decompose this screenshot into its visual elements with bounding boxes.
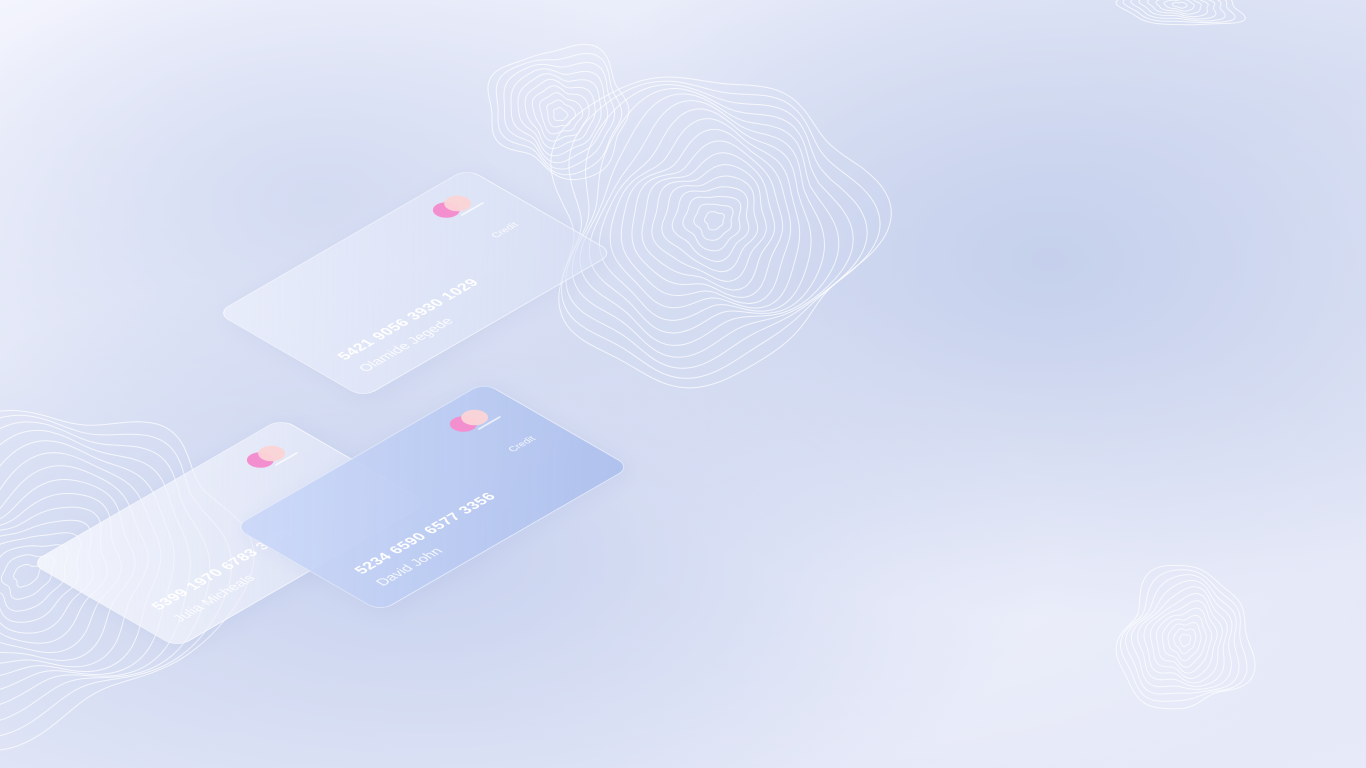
contour-line bbox=[1163, 0, 1195, 12]
contour-line bbox=[561, 80, 881, 379]
contour-line bbox=[609, 118, 801, 309]
card-brand-logo-icon bbox=[427, 190, 485, 222]
card-brand-logo-icon bbox=[444, 404, 502, 436]
contour-line bbox=[1171, 1, 1188, 9]
contour-line bbox=[539, 92, 584, 135]
contour-lines-decoration bbox=[0, 0, 1256, 751]
contour-line bbox=[693, 203, 734, 241]
contour-line bbox=[13, 563, 41, 588]
card-brand-logo-icon bbox=[241, 440, 299, 472]
contour-line bbox=[553, 106, 569, 122]
contour-line bbox=[1161, 614, 1207, 668]
contour-line bbox=[1167, 621, 1202, 662]
card-type-label: Credit bbox=[506, 435, 539, 454]
contour-line bbox=[524, 78, 596, 150]
contour-line bbox=[546, 99, 576, 128]
contour-line bbox=[641, 152, 776, 291]
card-type-label: Credit bbox=[489, 221, 522, 240]
contour-line bbox=[1155, 607, 1213, 674]
contour-line bbox=[598, 108, 812, 321]
contour-line bbox=[1173, 628, 1197, 655]
contour-line bbox=[1178, 633, 1192, 648]
contour-line bbox=[704, 211, 725, 231]
contour-line bbox=[550, 76, 892, 389]
